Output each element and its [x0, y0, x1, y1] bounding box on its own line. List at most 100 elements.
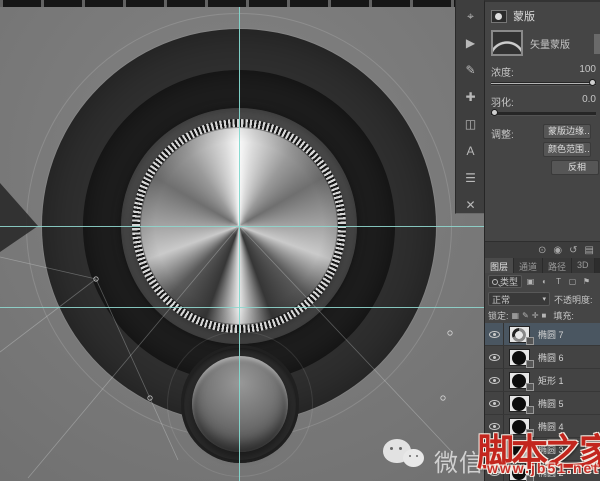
invert-button[interactable]: 反相 [551, 160, 599, 175]
density-label: 浓度: [491, 64, 514, 79]
layer-list: 椭圆 7 椭圆 6 矩形 1 椭圆 5 椭圆 4 [485, 323, 600, 481]
layers-panel-tabs: 图层 通道 路径 3D [485, 258, 600, 273]
layer-row[interactable]: 椭圆 3 [485, 438, 600, 461]
visibility-eye-icon[interactable] [489, 423, 500, 430]
layer-row[interactable]: 椭圆 4 [485, 415, 600, 438]
density-value[interactable]: 100 [579, 64, 596, 79]
layer-row[interactable]: 椭圆 7 [485, 323, 600, 346]
vector-mask-label: 矢量蒙版 [530, 36, 570, 51]
horizontal-guide-center[interactable] [0, 226, 485, 227]
visibility-eye-icon[interactable] [489, 469, 500, 476]
window-top-strip [0, 0, 485, 7]
properties-panel: 蒙版 矢量蒙版 浓度: 100 羽化: 0.0 调整: 蒙版边缘… 颜色范围… … [484, 0, 600, 258]
pen-tool-icon[interactable]: ✎ [460, 62, 482, 78]
filter-kind-label: 类型 [500, 275, 518, 288]
layer-row[interactable]: 椭圆 5 [485, 392, 600, 415]
smart-object-filter-icon[interactable]: ⚑ [581, 277, 592, 286]
vector-mask-chip[interactable] [526, 406, 534, 414]
layer-row[interactable]: 椭圆 2 [485, 461, 600, 481]
visibility-eye-icon[interactable] [489, 400, 500, 407]
feather-label: 羽化: [491, 94, 514, 109]
selection-arrow-icon[interactable]: ▶ [460, 35, 482, 51]
eye-cell[interactable] [485, 392, 504, 414]
density-slider[interactable] [491, 82, 596, 85]
lock-label: 锁定: [488, 309, 509, 322]
add-mask-button[interactable] [594, 34, 600, 54]
vector-mask-thumbnail[interactable] [491, 30, 523, 56]
enable-mask-icon[interactable]: ↺ [569, 245, 577, 256]
layer-name[interactable]: 矩形 1 [538, 374, 564, 387]
tab-3d[interactable]: 3D [572, 258, 595, 273]
vector-mask-chip[interactable] [526, 337, 534, 345]
vector-mask-chip[interactable] [526, 383, 534, 391]
type-layer-filter-icon[interactable]: T [553, 277, 564, 286]
visibility-eye-icon[interactable] [489, 354, 500, 361]
eye-cell[interactable] [485, 323, 504, 345]
layer-name[interactable]: 椭圆 6 [538, 351, 564, 364]
photoshop-window: ⌖ ▶ ✎ ✚ ◫ A ☰ ✕ 蒙版 矢量蒙版 浓度: 100 羽化: 0.0 [0, 0, 600, 481]
layer-name[interactable]: 椭圆 7 [538, 328, 564, 341]
adjustment-layer-filter-icon[interactable]: ◐ [539, 277, 550, 286]
apply-mask-icon[interactable]: ◉ [553, 245, 562, 256]
opacity-label: 不透明度: [554, 293, 593, 306]
filter-kind-dropdown[interactable]: 类型 [488, 275, 522, 288]
vector-mask-chip[interactable] [526, 452, 534, 460]
properties-panel-title: 蒙版 [513, 8, 535, 24]
layer-name[interactable]: 椭圆 3 [538, 443, 564, 456]
fill-label: 填充: [553, 309, 574, 322]
adjust-label: 调整: [491, 126, 514, 141]
hand-tool-icon[interactable]: ☰ [460, 170, 482, 186]
lock-paint-icon[interactable]: ✎ [522, 311, 529, 320]
vector-mask-chip[interactable] [526, 475, 534, 481]
crop-tool-icon[interactable]: ⌖ [460, 8, 482, 24]
stamp-tool-icon[interactable]: ✚ [460, 89, 482, 105]
load-selection-icon[interactable]: ⊙ [538, 245, 546, 256]
eye-cell[interactable] [485, 438, 504, 460]
blend-mode-value: 正常 [492, 293, 510, 306]
properties-panel-footer: ⊙ ◉ ↺ ▤ [485, 241, 600, 258]
tab-layers[interactable]: 图层 [485, 258, 514, 273]
lock-position-icon[interactable]: ✛ [532, 311, 539, 320]
tool-strip: ⌖ ▶ ✎ ✚ ◫ A ☰ ✕ [455, 0, 485, 214]
eye-cell[interactable] [485, 461, 504, 481]
eye-cell[interactable] [485, 415, 504, 437]
tab-paths[interactable]: 路径 [543, 258, 572, 273]
chevron-down-icon: ▾ [542, 295, 546, 303]
layer-name[interactable]: 椭圆 2 [538, 466, 564, 479]
layer-name[interactable]: 椭圆 5 [538, 397, 564, 410]
lock-transparency-icon[interactable]: ▦ [512, 311, 520, 320]
feather-slider[interactable] [491, 112, 596, 115]
search-icon [492, 279, 498, 285]
lock-row: 锁定: ▦ ✎ ✛ ■ 填充: [485, 308, 600, 323]
vector-mask-chip[interactable] [526, 429, 534, 437]
mask-panel-icon [491, 10, 507, 23]
pixel-layer-filter-icon[interactable]: ▣ [525, 277, 536, 286]
layer-filter-row: 类型 ▣ ◐ T ▢ ⚑ [485, 273, 600, 290]
color-range-button[interactable]: 颜色范围… [543, 142, 591, 157]
gradient-tool-icon[interactable]: ◫ [460, 116, 482, 132]
slice-tool-icon[interactable]: ✕ [460, 197, 482, 213]
feather-slider-handle[interactable] [491, 109, 498, 116]
horizontal-guide-lower[interactable] [0, 307, 485, 308]
visibility-eye-icon[interactable] [489, 377, 500, 384]
visibility-eye-icon[interactable] [489, 331, 500, 338]
mask-edge-button[interactable]: 蒙版边缘… [543, 124, 591, 139]
blend-mode-row: 正常 ▾ 不透明度: [485, 290, 600, 308]
layers-panel: 图层 通道 路径 3D 类型 ▣ ◐ T ▢ ⚑ 正常 ▾ 不透明度: 锁定: … [484, 258, 600, 481]
eye-cell[interactable] [485, 369, 504, 391]
density-slider-handle[interactable] [589, 79, 596, 86]
shape-layer-filter-icon[interactable]: ▢ [567, 277, 578, 286]
layer-row[interactable]: 矩形 1 [485, 369, 600, 392]
layer-row[interactable]: 椭圆 6 [485, 346, 600, 369]
lock-all-icon[interactable]: ■ [541, 311, 546, 320]
eye-cell[interactable] [485, 346, 504, 368]
visibility-eye-icon[interactable] [489, 446, 500, 453]
vertical-guide[interactable] [239, 7, 240, 481]
delete-mask-icon[interactable]: ▤ [585, 245, 594, 256]
feather-value[interactable]: 0.0 [582, 94, 596, 109]
vector-mask-chip[interactable] [526, 360, 534, 368]
text-tool-icon[interactable]: A [460, 143, 482, 159]
blend-mode-select[interactable]: 正常 ▾ [488, 292, 550, 306]
tab-channels[interactable]: 通道 [514, 258, 543, 273]
layer-name[interactable]: 椭圆 4 [538, 420, 564, 433]
